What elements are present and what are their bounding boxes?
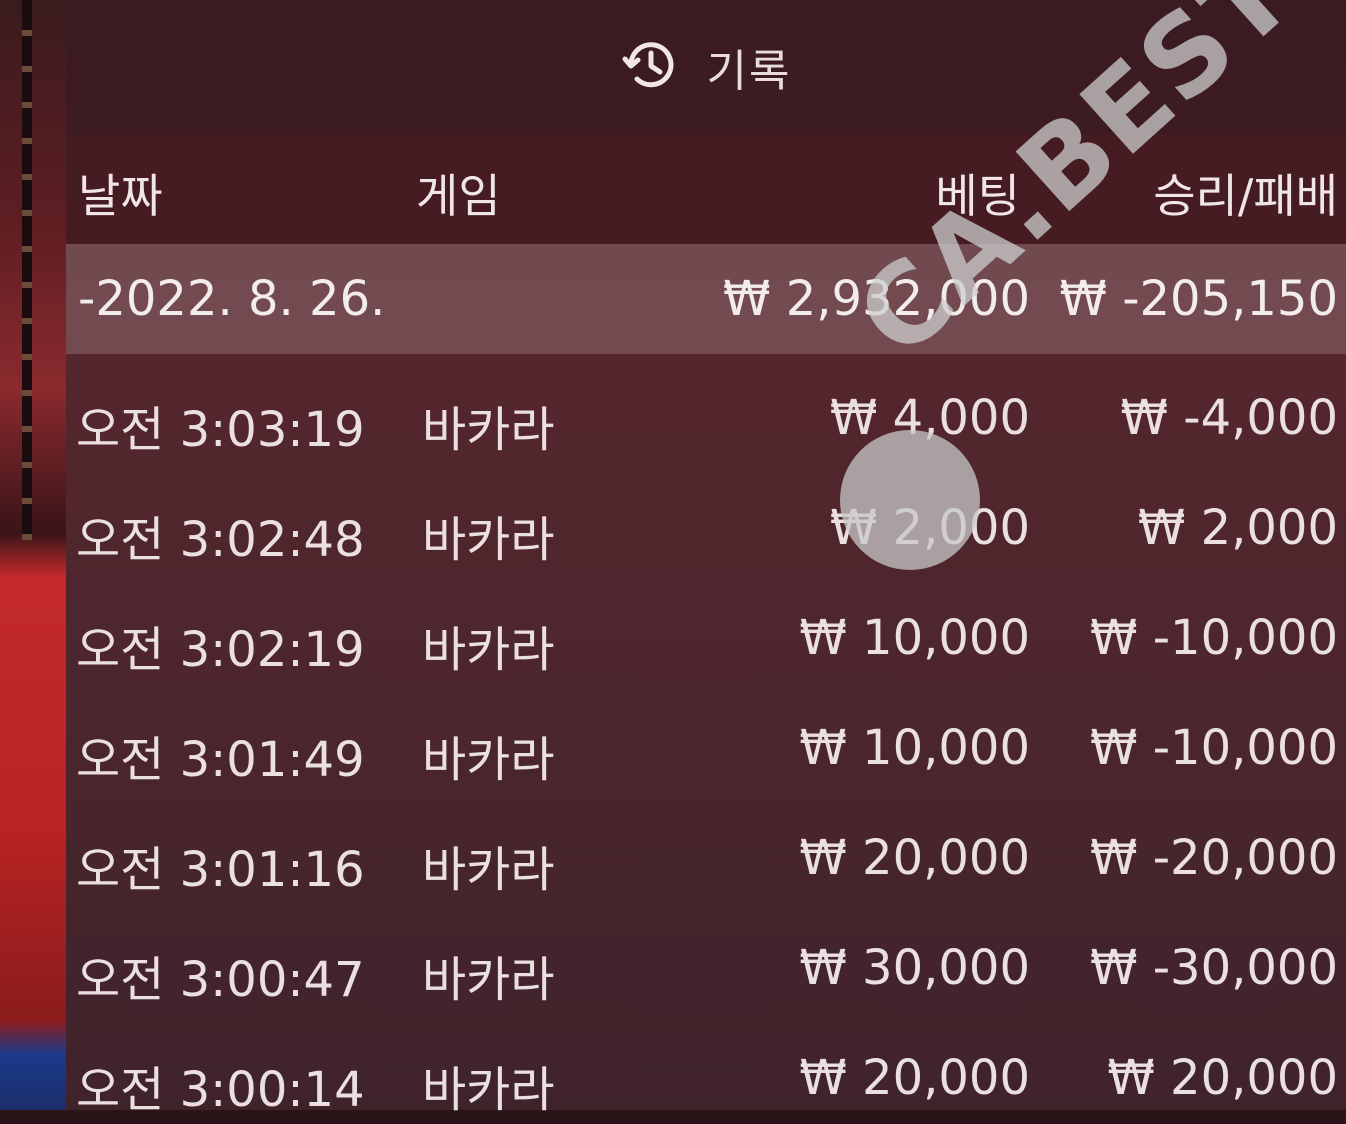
- summary-bet-total: ₩ 2,932,000: [722, 271, 1030, 327]
- row-time: 오전 3:03:19: [76, 402, 365, 458]
- row-game: 바카라: [422, 952, 555, 1008]
- column-header-result: 승리/패배: [1153, 169, 1338, 223]
- history-list: 오전 3:03:19 바카라 ₩ 4,000 ₩ -4,000 오전 3:02:…: [66, 354, 1346, 1124]
- table-row[interactable]: 오전 3:00:14 바카라 ₩ 20,000 ₩ 20,000: [66, 1014, 1346, 1124]
- row-bet: ₩ 10,000: [799, 720, 1030, 776]
- table-row[interactable]: 오전 3:01:49 바카라 ₩ 10,000 ₩ -10,000: [66, 684, 1346, 794]
- row-time: 오전 3:01:16: [76, 842, 365, 898]
- background-casino-scene: [0, 0, 66, 1110]
- row-result: ₩ 2,000: [1137, 500, 1338, 556]
- table-row[interactable]: 오전 3:01:16 바카라 ₩ 20,000 ₩ -20,000: [66, 794, 1346, 904]
- row-game: 바카라: [422, 402, 555, 458]
- table-header: 날짜 게임 베팅 승리/패배: [66, 134, 1346, 244]
- row-game: 바카라: [422, 842, 555, 898]
- row-time: 오전 3:02:19: [76, 622, 365, 678]
- row-bet: ₩ 20,000: [799, 830, 1030, 886]
- history-panel: 기록 날짜 게임 베팅 승리/패배 -2022. 8. 26. ₩ 2,932,…: [66, 0, 1346, 1118]
- panel-header: 기록: [66, 0, 1346, 134]
- row-bet: ₩ 30,000: [799, 940, 1030, 996]
- row-result: ₩ -10,000: [1090, 610, 1338, 666]
- row-time: 오전 3:01:49: [76, 732, 365, 788]
- row-result: ₩ -30,000: [1090, 940, 1338, 996]
- row-time: 오전 3:00:47: [76, 952, 365, 1008]
- row-bet: ₩ 20,000: [799, 1050, 1030, 1106]
- panel-title: 기록: [706, 46, 792, 97]
- row-result: ₩ -10,000: [1090, 720, 1338, 776]
- table-row[interactable]: 오전 3:02:48 바카라 ₩ 2,000 ₩ 2,000: [66, 464, 1346, 574]
- row-bet: ₩ 2,000: [829, 500, 1030, 556]
- row-bet: ₩ 10,000: [799, 610, 1030, 666]
- row-game: 바카라: [422, 512, 555, 568]
- row-bet: ₩ 4,000: [829, 390, 1030, 446]
- history-icon: [621, 35, 681, 99]
- summary-date: -2022. 8. 26.: [78, 271, 386, 327]
- background-screen-divider: [22, 0, 32, 540]
- table-row[interactable]: 오전 3:03:19 바카라 ₩ 4,000 ₩ -4,000: [66, 354, 1346, 464]
- column-header-bet: 베팅: [935, 169, 1020, 223]
- row-game: 바카라: [422, 622, 555, 678]
- row-time: 오전 3:02:48: [76, 512, 365, 568]
- row-result: ₩ -20,000: [1090, 830, 1338, 886]
- row-game: 바카라: [422, 732, 555, 788]
- column-header-game: 게임: [416, 169, 501, 223]
- row-result: ₩ -4,000: [1120, 390, 1338, 446]
- table-row[interactable]: 오전 3:02:19 바카라 ₩ 10,000 ₩ -10,000: [66, 574, 1346, 684]
- row-result: ₩ 20,000: [1107, 1050, 1338, 1106]
- column-header-date: 날짜: [78, 169, 163, 223]
- table-row[interactable]: 오전 3:00:47 바카라 ₩ 30,000 ₩ -30,000: [66, 904, 1346, 1014]
- date-summary-row[interactable]: -2022. 8. 26. ₩ 2,932,000 ₩ -205,150: [66, 244, 1346, 354]
- summary-result-total: ₩ -205,150: [1059, 271, 1338, 327]
